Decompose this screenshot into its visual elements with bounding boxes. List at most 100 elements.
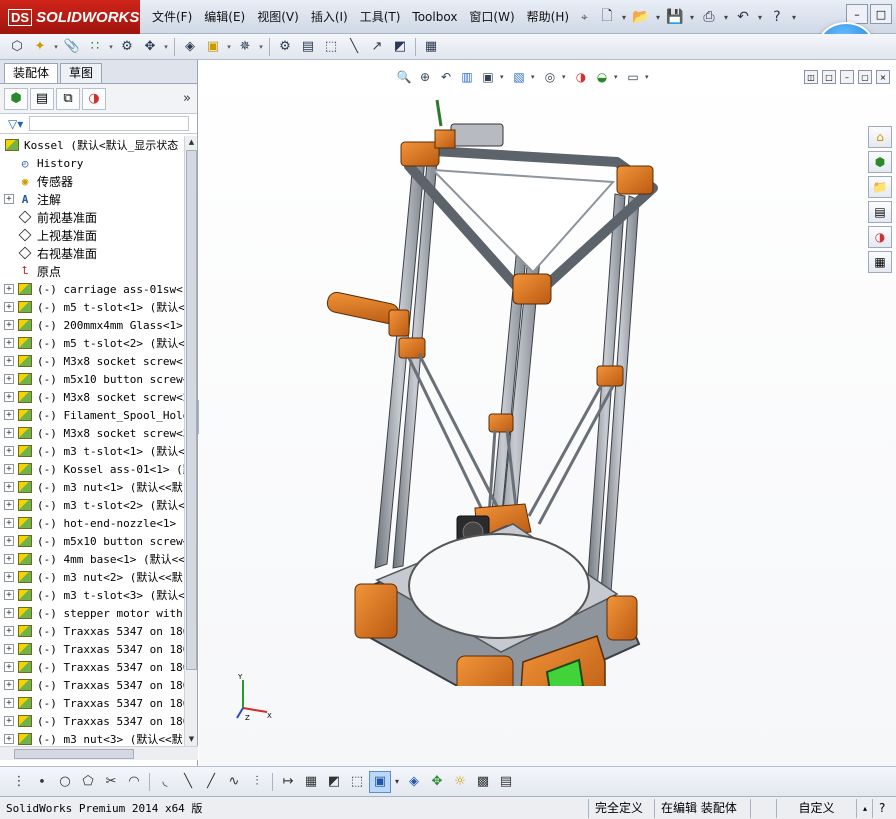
tree-item[interactable]: + (-) m3 t-slot<3> (默认<: [0, 586, 184, 604]
print-icon[interactable]: ⎙: [698, 6, 720, 28]
kossel-printer-model[interactable]: [317, 96, 677, 686]
edit-appearance-icon[interactable]: ◑: [572, 68, 590, 86]
polygon-icon[interactable]: ⬠: [77, 771, 99, 793]
new-part-icon[interactable]: ✦: [29, 36, 51, 58]
tree-root[interactable]: Kossel (默认<默认_显示状态: [0, 136, 184, 154]
move-triad-icon[interactable]: ✥: [426, 771, 448, 793]
view-settings-dropdown-icon[interactable]: ▾: [645, 73, 652, 81]
expand-icon[interactable]: +: [4, 428, 14, 438]
assembly-features-icon[interactable]: ▣: [202, 36, 224, 58]
tree-item[interactable]: + (-) m5 t-slot<2> (默认<: [0, 334, 184, 352]
undo-icon[interactable]: ↶: [732, 6, 754, 28]
hide-show-dropdown-icon[interactable]: ▾: [562, 73, 569, 81]
solidworks-resources-icon[interactable]: ⌂: [868, 126, 892, 148]
expand-icon[interactable]: +: [4, 716, 14, 726]
custom-properties-icon[interactable]: ▦: [868, 251, 892, 273]
tree-item[interactable]: ◉ 传感器: [0, 172, 184, 190]
tree-item[interactable]: + (-) m3 t-slot<1> (默认<: [0, 442, 184, 460]
tree-item[interactable]: + (-) Filament_Spool_Hold: [0, 406, 184, 424]
units-dropdown-icon[interactable]: ▴: [856, 798, 872, 818]
design-library-icon[interactable]: ⬢: [868, 151, 892, 173]
filter-icon[interactable]: ▽▾: [8, 117, 23, 131]
new-dropdown-icon[interactable]: ▾: [620, 13, 628, 22]
table-icon[interactable]: ▤: [495, 771, 517, 793]
centerline-icon[interactable]: ╱: [200, 771, 222, 793]
zoom-to-area-icon[interactable]: ⊕: [416, 68, 434, 86]
expand-icon[interactable]: +: [4, 536, 14, 546]
dimension-icon[interactable]: ↦: [277, 771, 299, 793]
viewport-split-icon[interactable]: ◫: [804, 70, 818, 84]
point-icon[interactable]: ∙: [31, 771, 53, 793]
previous-view-icon[interactable]: ↶: [437, 68, 455, 86]
display-style-dropdown-icon[interactable]: ▾: [531, 73, 538, 81]
hscroll-thumb[interactable]: [14, 749, 134, 759]
open-dropdown-icon[interactable]: ▾: [654, 13, 662, 22]
menu-edit[interactable]: 编辑(E): [198, 0, 251, 34]
circle-icon[interactable]: ○: [54, 771, 76, 793]
mate-icon[interactable]: 📎: [61, 36, 83, 58]
line-icon[interactable]: ╲: [177, 771, 199, 793]
insert-component-icon[interactable]: ⬡: [6, 36, 28, 58]
linear-pattern-icon[interactable]: ∷: [84, 36, 106, 58]
scroll-up-icon[interactable]: ▲: [185, 136, 198, 149]
exploded-view-icon[interactable]: ⬚: [320, 36, 342, 58]
expand-icon[interactable]: +: [4, 446, 14, 456]
expand-icon[interactable]: +: [4, 518, 14, 528]
new-document-icon[interactable]: 🗋: [596, 6, 618, 28]
view-cube-icon[interactable]: ⬚: [346, 771, 368, 793]
expand-icon[interactable]: +: [4, 284, 14, 294]
expand-icon[interactable]: +: [4, 338, 14, 348]
tree-item[interactable]: + (-) Traxxas 5347 on 180: [0, 694, 184, 712]
file-explorer-icon[interactable]: 📁: [868, 176, 892, 198]
tree-item[interactable]: + (-) m5x10 button screw<: [0, 370, 184, 388]
tree-item[interactable]: + (-) M3x8 socket screw<3: [0, 424, 184, 442]
display-dropdown-icon[interactable]: ▾: [392, 771, 402, 793]
apply-scene-icon[interactable]: ◒: [593, 68, 611, 86]
mirror-icon[interactable]: ⫶: [246, 771, 268, 793]
hide-show-items-icon[interactable]: ◎: [541, 68, 559, 86]
expand-icon[interactable]: +: [4, 302, 14, 312]
smart-fasteners-icon[interactable]: ⚙: [116, 36, 138, 58]
tree-item[interactable]: + (-) m5x10 button screw<: [0, 532, 184, 550]
save-icon[interactable]: 💾: [664, 6, 686, 28]
maximize-icon[interactable]: □: [870, 4, 892, 24]
shaded-view-icon[interactable]: ▣: [369, 770, 391, 793]
expand-icon[interactable]: +: [4, 410, 14, 420]
help-dropdown-icon[interactable]: ▾: [790, 13, 798, 22]
reference-dropdown-icon[interactable]: ▾: [257, 43, 265, 51]
tree-item[interactable]: + (-) hot-end-nozzle<1> (: [0, 514, 184, 532]
status-units[interactable]: 自定义: [776, 798, 856, 818]
tree-item[interactable]: ⮤ 原点: [0, 262, 184, 280]
print-dropdown-icon[interactable]: ▾: [722, 13, 730, 22]
tree-item[interactable]: 上视基准面: [0, 226, 184, 244]
grid-icon[interactable]: ▦: [300, 771, 322, 793]
menu-view[interactable]: 视图(V): [251, 0, 305, 34]
blue-cube-icon[interactable]: ◈: [403, 771, 425, 793]
minimize-icon[interactable]: –: [846, 4, 868, 24]
interference-icon[interactable]: ◩: [389, 36, 411, 58]
viewport-maximize-icon[interactable]: ▢: [858, 70, 872, 84]
move-dropdown-icon[interactable]: ▾: [162, 43, 170, 51]
tree-item[interactable]: + (-) m3 nut<2> (默认<<默: [0, 568, 184, 586]
expand-icon[interactable]: +: [4, 662, 14, 672]
display-style-icon[interactable]: ▧: [510, 68, 528, 86]
menu-help[interactable]: 帮助(H): [521, 0, 575, 34]
expand-icon[interactable]: +: [4, 482, 14, 492]
expand-panel-icon[interactable]: »: [183, 91, 191, 106]
zoom-to-fit-icon[interactable]: 🔍: [395, 68, 413, 86]
tree-item[interactable]: 右视基准面: [0, 244, 184, 262]
menu-tools[interactable]: 工具(T): [354, 0, 407, 34]
menu-window[interactable]: 窗口(W): [463, 0, 520, 34]
explode-line-icon[interactable]: ╲: [343, 36, 365, 58]
property-manager-icon[interactable]: ▤: [30, 87, 54, 110]
menu-toolbox[interactable]: Toolbox: [406, 0, 463, 34]
expand-icon[interactable]: +: [4, 464, 14, 474]
pin-icon[interactable]: ⌖: [581, 10, 595, 24]
expand-icon[interactable]: +: [4, 698, 14, 708]
viewport-restore-icon[interactable]: □: [822, 70, 836, 84]
display-manager-icon[interactable]: ◑: [82, 87, 106, 110]
fillet-icon[interactable]: ◟: [154, 771, 176, 793]
expand-icon[interactable]: +: [4, 608, 14, 618]
help-status-icon[interactable]: ?: [872, 798, 896, 818]
tree-item[interactable]: + (-) m3 nut<1> (默认<<默: [0, 478, 184, 496]
